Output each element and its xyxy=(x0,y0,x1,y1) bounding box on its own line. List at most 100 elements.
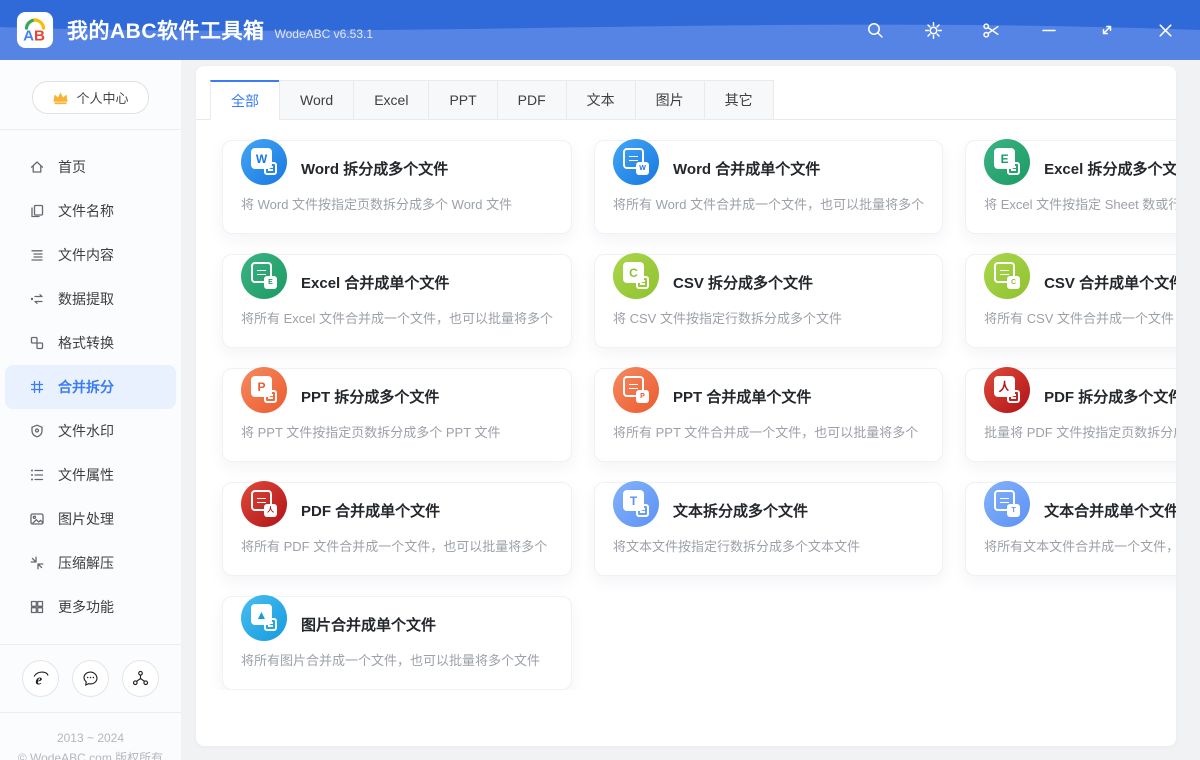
app-logo-icon: A B xyxy=(16,11,54,49)
tab-label: PPT xyxy=(449,92,476,108)
csv-merge-card[interactable]: C C CSV 合并成单个文件 将所有 CSV 文件合并成一个文件，也可以批量将… xyxy=(965,254,1176,348)
tab-label: 其它 xyxy=(725,90,753,110)
doc-small-shape: C xyxy=(1007,276,1020,289)
grid-icon xyxy=(29,599,45,615)
sidebar-item-home[interactable]: 首页 xyxy=(5,145,176,189)
tool-card-description: 将所有 CSV 文件合并成一个文件，也可以批量将多个 xyxy=(984,308,1176,327)
tab-excel[interactable]: Excel xyxy=(353,80,429,120)
pdf-merge-card[interactable]: 人 人 PDF 合并成单个文件 将所有 PDF 文件合并成一个文件，也可以批量将… xyxy=(222,482,572,576)
excel-split-card[interactable]: E E Excel 拆分成多个文件 将 Excel 文件按指定 Sheet 数或… xyxy=(965,140,1176,234)
tab-text[interactable]: 文本 xyxy=(566,80,636,120)
file-type-glyph: C xyxy=(1011,279,1016,286)
text-merge-icon: T T xyxy=(984,481,1030,527)
word-split-card[interactable]: W W Word 拆分成多个文件 将 Word 文件按指定页数拆分成多个 Wor… xyxy=(222,140,572,234)
minimize-button[interactable] xyxy=(1038,19,1060,41)
ppt-merge-icon: P P xyxy=(613,367,659,413)
tool-card-title: CSV 拆分成多个文件 xyxy=(673,272,813,293)
minimize-icon xyxy=(1040,21,1058,39)
sidebar-item-data-extract[interactable]: 数据提取 xyxy=(5,277,176,321)
sidebar-item-file-attributes[interactable]: 文件属性 xyxy=(5,453,176,497)
text-split-icon: T T xyxy=(613,481,659,527)
tab-label: 文本 xyxy=(587,90,615,110)
sidebar-nav: 首页 文件名称 文件内容 数据提取 格式转换 合并拆分 文件水印 文件属性 图片… xyxy=(0,145,181,629)
doc-small-shape: W xyxy=(264,162,277,175)
tool-card-title: 图片合并成单个文件 xyxy=(301,614,436,635)
sidebar-item-more-features[interactable]: 更多功能 xyxy=(5,585,176,629)
doc-small-shape: 人 xyxy=(264,504,277,517)
pdf-merge-icon: 人 人 xyxy=(241,481,287,527)
crown-icon xyxy=(52,91,69,105)
doc-small-shape: 人 xyxy=(1007,390,1020,403)
sidebar-item-label: 合并拆分 xyxy=(58,377,114,397)
excel-merge-card[interactable]: E E Excel 合并成单个文件 将所有 Excel 文件合并成一个文件，也可… xyxy=(222,254,572,348)
svg-text:A: A xyxy=(23,27,34,44)
personal-center-button[interactable]: 个人中心 xyxy=(32,81,148,114)
app-body: 个人中心 首页 文件名称 文件内容 数据提取 格式转换 合并拆分 文件水印 文件… xyxy=(0,60,1200,760)
tool-card-description: 将所有 PPT 文件合并成一个文件，也可以批量将多个 xyxy=(613,422,924,441)
sidebar-item-label: 文件水印 xyxy=(58,421,114,441)
doc-small-shape: P xyxy=(636,390,649,403)
sidebar-item-image-processing[interactable]: 图片处理 xyxy=(5,497,176,541)
csv-split-card[interactable]: C C CSV 拆分成多个文件 将 CSV 文件按指定行数拆分成多个文件 xyxy=(594,254,943,348)
word-merge-icon: W W xyxy=(613,139,659,185)
sidebar-item-file-name[interactable]: 文件名称 xyxy=(5,189,176,233)
tool-card-title: Excel 合并成单个文件 xyxy=(301,272,449,293)
ppt-merge-card[interactable]: P P PPT 合并成单个文件 将所有 PPT 文件合并成一个文件，也可以批量将… xyxy=(594,368,943,462)
main-area: 全部WordExcel PPT PDF 文本图片其它 W W Word 拆分成多个文件… xyxy=(181,60,1200,760)
tool-card-description: 将 Word 文件按指定页数拆分成多个 Word 文件 xyxy=(241,194,553,213)
tool-card-description: 将 Excel 文件按指定 Sheet 数或行数拆分成多个 Excel 文件 xyxy=(984,194,1176,213)
tool-card-grid: W W Word 拆分成多个文件 将 Word 文件按指定页数拆分成多个 Wor… xyxy=(196,120,1176,690)
titlebar: A B 我的ABC软件工具箱 WodeABC v6.53.1 xyxy=(0,0,1200,60)
tab-image[interactable]: 图片 xyxy=(635,80,705,120)
sidebar-item-label: 文件名称 xyxy=(58,201,114,221)
tab-all[interactable]: 全部 xyxy=(210,80,280,120)
image-merge-card[interactable]: ▲ ▲ 图片合并成单个文件 将所有图片合并成一个文件，也可以批量将多个文件 xyxy=(222,596,572,690)
app-window: A B 我的ABC软件工具箱 WodeABC v6.53.1 xyxy=(0,0,1200,760)
sidebar-item-format-convert[interactable]: 格式转换 xyxy=(5,321,176,365)
file-name-icon xyxy=(29,203,45,219)
svg-text:e: e xyxy=(35,672,42,688)
csv-merge-icon: C C xyxy=(984,253,1030,299)
compress-icon xyxy=(29,555,45,571)
word-merge-card[interactable]: W W Word 合并成单个文件 将所有 Word 文件合并成一个文件，也可以批… xyxy=(594,140,943,234)
search-button[interactable] xyxy=(864,19,886,41)
chat-button[interactable] xyxy=(72,660,109,697)
tool-card-description: 将所有 PDF 文件合并成一个文件，也可以批量将多个 xyxy=(241,536,553,555)
sidebar-item-label: 首页 xyxy=(58,157,86,177)
app-title: 我的ABC软件工具箱 xyxy=(67,15,265,45)
resize-button[interactable] xyxy=(1096,19,1118,41)
tools-button[interactable] xyxy=(980,19,1002,41)
tool-card-description: 将 PPT 文件按指定页数拆分成多个 PPT 文件 xyxy=(241,422,553,441)
sidebar-item-label: 压缩解压 xyxy=(58,553,114,573)
sidebar-item-merge-split[interactable]: 合并拆分 xyxy=(5,365,176,409)
divider xyxy=(0,644,181,645)
tool-card-title: PDF 拆分成多个文件 xyxy=(1044,386,1176,407)
doc-small-shape: E xyxy=(1007,162,1020,175)
text-split-card[interactable]: T T 文本拆分成多个文件 将文本文件按指定行数拆分成多个文本文件 xyxy=(594,482,943,576)
shield-icon xyxy=(29,423,45,439)
tab-pdf[interactable]: PDF xyxy=(497,80,567,120)
data-extract-icon xyxy=(29,291,45,307)
text-merge-card[interactable]: T T 文本合并成单个文件 将所有文本文件合并成一个文件，也可以批量将多个 xyxy=(965,482,1176,576)
settings-button[interactable] xyxy=(922,19,944,41)
share-icon xyxy=(131,669,150,688)
ppt-split-icon: P P xyxy=(241,367,287,413)
tool-card-description: 将所有 Excel 文件合并成一个文件，也可以批量将多个 xyxy=(241,308,553,327)
tab-word[interactable]: Word xyxy=(279,80,354,120)
copyright-text: © WodeABC.com 版权所有 xyxy=(0,748,181,760)
ie-browser-button[interactable]: e xyxy=(22,660,59,697)
ppt-split-card[interactable]: P P PPT 拆分成多个文件 将 PPT 文件按指定页数拆分成多个 PPT 文… xyxy=(222,368,572,462)
pdf-split-card[interactable]: 人 人 PDF 拆分成多个文件 批量将 PDF 文件按指定页数拆分成多个 PDF… xyxy=(965,368,1176,462)
doc-small-shape: C xyxy=(636,276,649,289)
tab-ppt[interactable]: PPT xyxy=(428,80,497,120)
close-button[interactable] xyxy=(1154,19,1176,41)
sidebar-item-file-watermark[interactable]: 文件水印 xyxy=(5,409,176,453)
tab-other[interactable]: 其它 xyxy=(704,80,774,120)
tab-label: PDF xyxy=(518,92,546,108)
format-convert-icon xyxy=(29,335,45,351)
share-button[interactable] xyxy=(122,660,159,697)
sidebar-item-compress[interactable]: 压缩解压 xyxy=(5,541,176,585)
sidebar-item-file-content[interactable]: 文件内容 xyxy=(5,233,176,277)
divider xyxy=(0,129,181,130)
titlebar-actions xyxy=(864,19,1176,41)
